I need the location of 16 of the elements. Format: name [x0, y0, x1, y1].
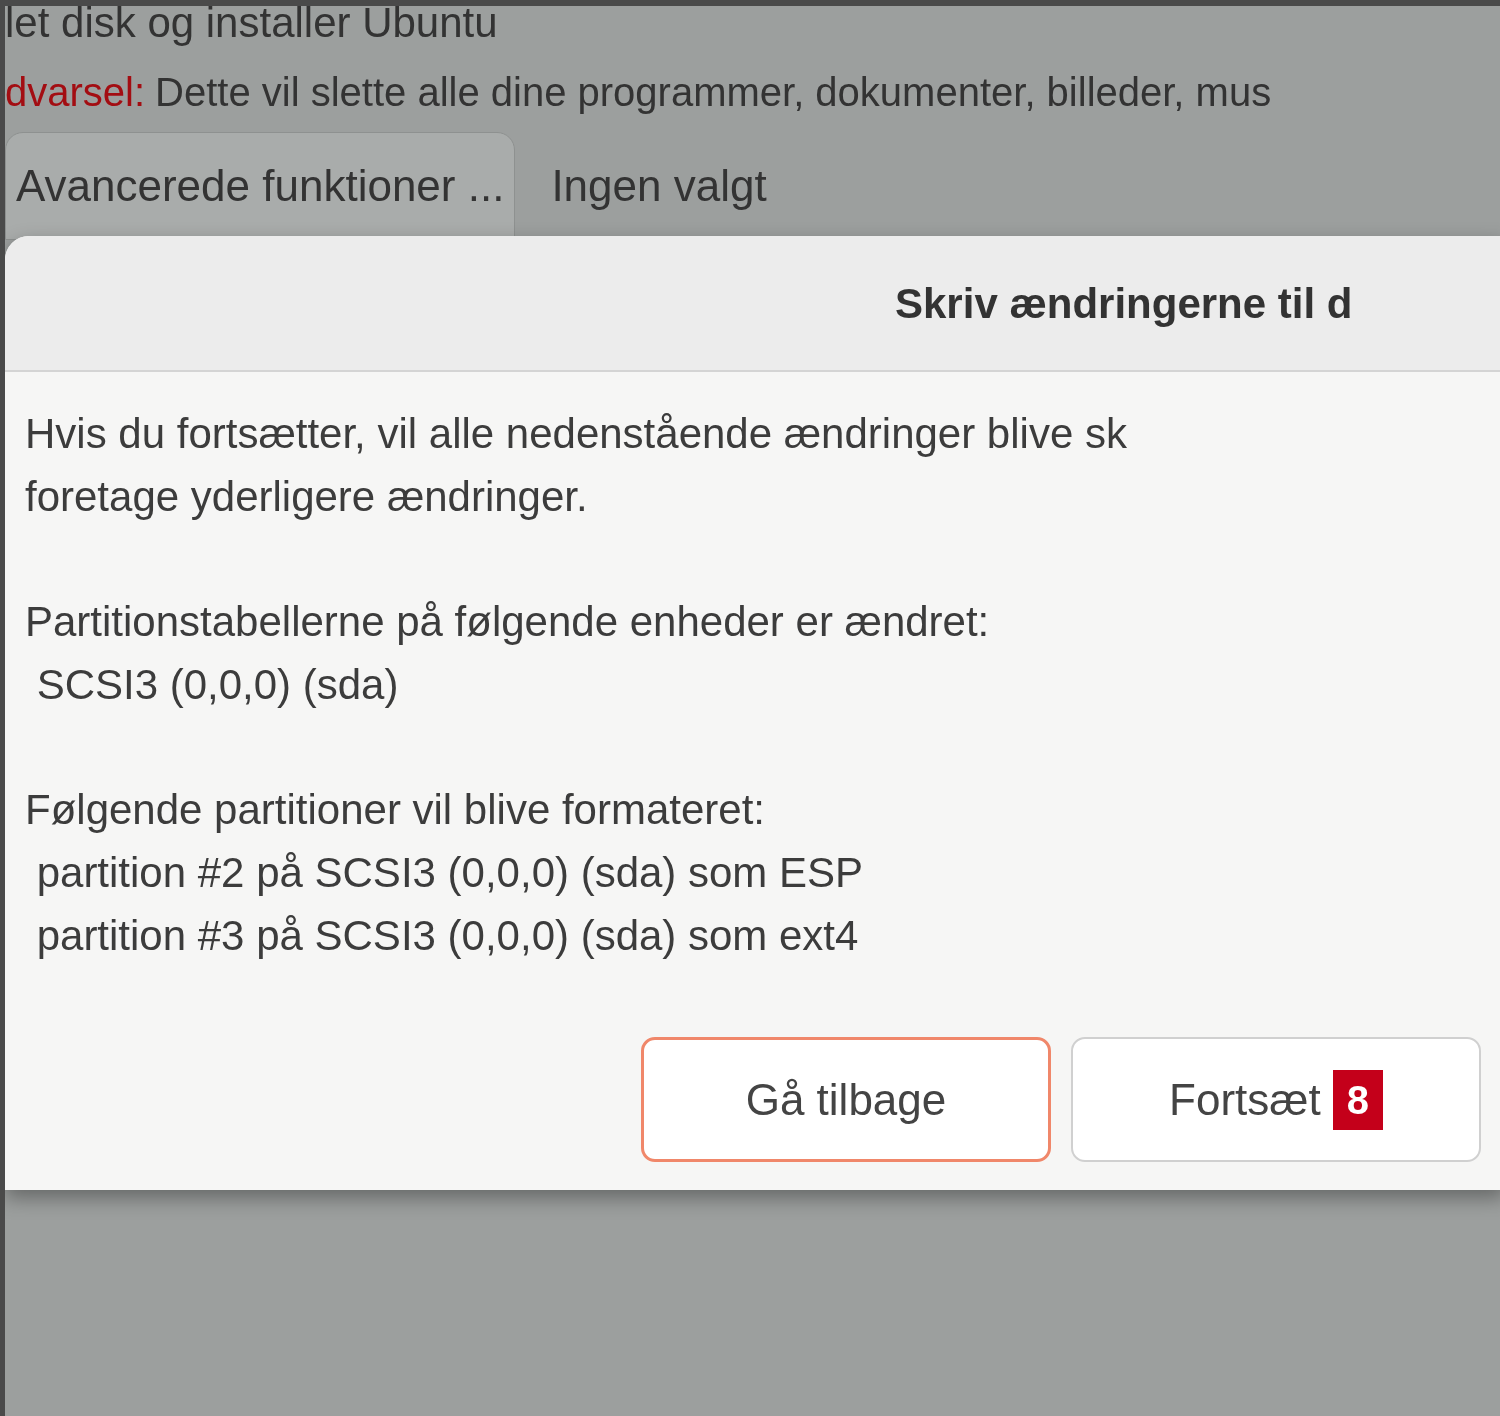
dialog-text-line: partition #3 på SCSI3 (0,0,0) (sda) som ext4 — [35, 911, 860, 961]
dialog-text-line: foretage yderligere ændringer. — [25, 472, 589, 522]
advanced-options-button[interactable]: Avancerede funktioner ... — [5, 132, 516, 240]
warning-text: Dette vil slette alle dine programmer, dokumenter, billeder, mus — [155, 69, 1272, 116]
dialog-text-line: partition #2 på SCSI3 (0,0,0) (sda) som ESP — [35, 848, 865, 898]
shortcut-badge: 8 — [1332, 1069, 1383, 1130]
page-heading: let disk og installer Ubuntu — [5, 6, 498, 48]
dialog-text-line: SCSI3 (0,0,0) (sda) — [35, 660, 400, 710]
advanced-status: Ingen valgt — [551, 160, 767, 212]
dialog-title: Skriv ændringerne til d — [895, 278, 1353, 329]
dialog-text-line: Følgende partitioner vil blive formateret: — [25, 785, 766, 835]
dialog-text-line: Partitionstabellerne på følgende enheder er ændret: — [25, 597, 991, 647]
dialog-button[interactable]: Gå tilbage — [641, 1037, 1051, 1162]
dialog-text-line: Hvis du fortsætter, vil alle nedenstående ændringer blive sk — [25, 409, 1128, 459]
warning-label: dvarsel: — [5, 69, 146, 116]
dialog-button[interactable]: Fortsæt 8 — [1071, 1037, 1481, 1162]
